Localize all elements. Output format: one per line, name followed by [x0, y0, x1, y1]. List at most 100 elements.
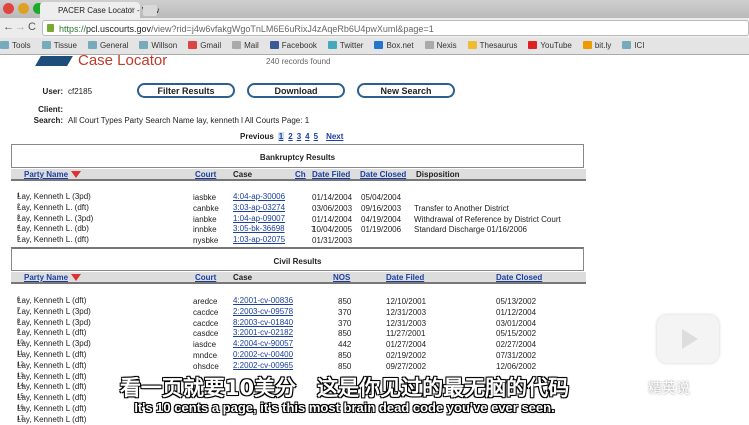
bookmark-icon: [424, 41, 434, 49]
download-button[interactable]: Download: [247, 83, 345, 98]
court-cell: cacdce: [193, 318, 219, 328]
bookmark-label: Nexis: [436, 41, 457, 50]
case-cell[interactable]: 3:03-ap-03274: [233, 203, 285, 212]
bookmark-item[interactable]: Nexis: [424, 41, 457, 54]
party-name: Lay, Kenneth L (dft): [17, 328, 87, 338]
bookmark-icon: [622, 41, 632, 49]
bookmark-icon: [582, 41, 592, 49]
party-name: Lay, Kenneth L (3pd): [17, 306, 91, 316]
reload-icon[interactable]: C: [28, 21, 36, 33]
sort-desc-icon: [71, 171, 82, 178]
bookmark-item[interactable]: Twitter: [327, 41, 364, 54]
sort-court[interactable]: Court: [195, 273, 216, 282]
court-cell: ianbke: [193, 214, 217, 224]
page-3-link[interactable]: 3: [297, 132, 301, 141]
party-name: Lay, Kenneth L (3pd): [17, 339, 91, 349]
filed-cell: 03/06/2003: [312, 203, 353, 213]
bookmark-label: Twitter: [339, 41, 364, 50]
sort-party-name[interactable]: Party Name: [24, 170, 68, 179]
nos-cell: 370: [338, 318, 352, 328]
new-search-button[interactable]: New Search: [357, 83, 455, 98]
bookmark-label: YouTube: [540, 41, 572, 50]
filed-cell: 01/27/2004: [386, 340, 427, 350]
sort-date-filed[interactable]: Date Filed: [386, 273, 424, 282]
case-cell[interactable]: 4:04-ap-30006: [233, 192, 285, 201]
case-cell[interactable]: 2:2002-cv-00965: [233, 361, 293, 370]
page-2-link[interactable]: 2: [288, 132, 292, 141]
nos-cell: 850: [338, 297, 352, 306]
case-cell[interactable]: 1:03-ap-02075: [233, 235, 285, 244]
row-number: 4: [17, 225, 21, 232]
page-4-link[interactable]: 4: [305, 132, 309, 141]
bookmark-label: Gmail: [200, 41, 222, 50]
case-cell[interactable]: 3:05-bk-36698: [233, 224, 285, 233]
search-label: Search:: [33, 116, 63, 125]
bookmark-item[interactable]: Mail: [232, 41, 259, 54]
sort-nos[interactable]: NOS: [333, 273, 350, 282]
nos-cell: 442: [338, 340, 352, 350]
bookmark-icon: [232, 41, 242, 49]
bookmark-item[interactable]: Thesaurus: [467, 41, 518, 54]
close-window-button[interactable]: [3, 3, 14, 14]
table-row: 4 Lay, Kenneth L. (db) innbke 3:05-bk-36698…: [11, 223, 586, 234]
row-number: 2: [17, 203, 21, 210]
case-cell[interactable]: 2:2003-cv-09578: [233, 307, 293, 316]
browser-tab-bar: PACER Case Locator - View ×: [0, 0, 749, 18]
civil-results-title: Civil Results: [11, 247, 584, 271]
minimize-window-button[interactable]: [18, 3, 29, 14]
row-number: 12: [17, 361, 24, 368]
previous-link[interactable]: Previous: [240, 132, 274, 141]
client-label: Client:: [38, 105, 63, 114]
sort-party-name[interactable]: Party Name: [24, 273, 68, 282]
bookmark-label: Thesaurus: [479, 41, 518, 50]
court-cell: cacdce: [193, 307, 219, 317]
filter-results-button[interactable]: Filter Results: [137, 83, 235, 98]
table-row: 8 Lay, Kenneth L (3pd) cacdce 8:2003-cv-018…: [11, 317, 586, 328]
back-icon[interactable]: ←: [3, 21, 14, 33]
case-header: Case: [233, 273, 253, 282]
page-1-link[interactable]: 1: [277, 132, 285, 141]
next-link[interactable]: Next: [326, 132, 343, 141]
bookmark-item[interactable]: ICI: [622, 41, 645, 54]
address-bar-area: ← → C https://pcl.uscourts.gov/view?rid=…: [0, 18, 749, 38]
case-cell[interactable]: 3:2001-cv-02182: [233, 328, 293, 337]
url-input[interactable]: https://pcl.uscourts.gov/view?rid=j4w6vf…: [42, 20, 749, 36]
sort-chapter[interactable]: Ch: [295, 170, 306, 179]
case-cell[interactable]: 4:2001-cv-00836: [233, 296, 293, 305]
bookmark-icon: [467, 41, 477, 49]
case-cell[interactable]: 0:2002-cv-00400: [233, 350, 293, 359]
bookmark-item[interactable]: Facebook: [269, 41, 317, 54]
bookmark-icon: [41, 41, 51, 49]
bookmark-label: ICI: [634, 41, 645, 50]
case-cell[interactable]: 1:04-ap-09007: [233, 214, 285, 223]
browser-tab[interactable]: PACER Case Locator - View ×: [40, 2, 159, 18]
forward-icon[interactable]: →: [15, 21, 26, 33]
sort-date-filed[interactable]: Date Filed: [312, 170, 350, 179]
page-5-link[interactable]: 5: [314, 132, 318, 141]
table-row: 12 Lay, Kenneth L (dft) ohsdce 2:2002-cv-00…: [11, 360, 586, 371]
new-tab-button[interactable]: [143, 5, 157, 16]
court-cell: iasdce: [193, 340, 217, 350]
sort-date-closed[interactable]: Date Closed: [360, 170, 406, 179]
bookmark-item[interactable]: Box.net: [374, 41, 414, 54]
bookmark-item[interactable]: YouTube: [528, 41, 572, 54]
bookmark-item[interactable]: Tissue: [41, 41, 77, 54]
sort-court[interactable]: Court: [195, 170, 216, 179]
filed-cell: 10/04/2005: [312, 225, 353, 235]
case-cell[interactable]: 8:2003-cv-01840: [233, 318, 293, 327]
url-path: /view?rid=j4w6vfakgWgoTnLM6E6uRixJ4zAqeR…: [151, 24, 434, 34]
court-cell: aredce: [193, 297, 218, 306]
party-name: Lay, Kenneth L (3pd): [17, 317, 91, 327]
closed-cell: 05/04/2004: [361, 193, 402, 202]
bookmark-icon: [327, 41, 337, 49]
bookmark-item[interactable]: Tools: [0, 41, 31, 54]
bookmark-item[interactable]: Gmail: [188, 41, 221, 54]
close-tab-icon[interactable]: ×: [129, 5, 134, 14]
filed-cell: 02/19/2002: [386, 351, 427, 360]
sort-date-closed[interactable]: Date Closed: [496, 273, 542, 282]
closed-cell: 01/19/2006: [361, 225, 402, 235]
bookmark-item[interactable]: bit.ly: [582, 41, 611, 54]
pagination: Previous 1 2 3 4 5 Next: [240, 132, 343, 141]
case-cell[interactable]: 4:2004-cv-90057: [233, 339, 293, 348]
row-number: 17: [17, 415, 24, 422]
